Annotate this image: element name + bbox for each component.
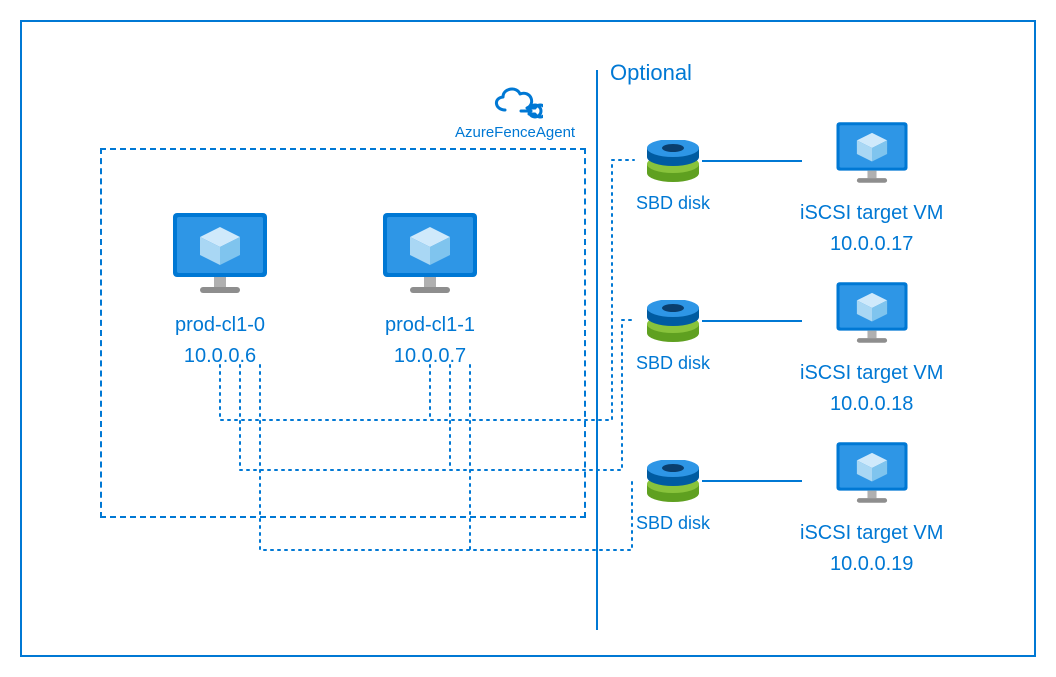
azure-fence-agent: AzureFenceAgent [455,80,575,141]
cloud-icon [487,80,543,120]
target1-ip: 10.0.0.18 [800,392,943,417]
target0-name: iSCSI target VM [800,201,943,226]
vm-icon [170,210,270,300]
node0-name: prod-cl1-0 [170,313,270,338]
target2-ip: 10.0.0.19 [800,552,943,577]
target0-ip: 10.0.0.17 [800,232,943,257]
iscsi-target-2: iSCSI target VM 10.0.0.19 [800,440,943,577]
sbd-disk-2: SBD disk [636,460,710,534]
vm-icon [380,210,480,300]
target1-name: iSCSI target VM [800,361,943,386]
sbd-label-2: SBD disk [636,513,710,534]
cloud-label: AzureFenceAgent [455,124,575,141]
node1-ip: 10.0.0.7 [380,344,480,369]
iscsi-target-0: iSCSI target VM 10.0.0.17 [800,120,943,257]
node0-ip: 10.0.0.6 [170,344,270,369]
vm-icon [834,440,910,508]
link-sbd0-vm0 [702,160,802,162]
sbd-disk-1: SBD disk [636,300,710,374]
cluster-node-1: prod-cl1-1 10.0.0.7 [380,210,480,369]
vm-icon [834,120,910,188]
sbd-label-1: SBD disk [636,353,710,374]
diagram-stage: Optional AzureFenceAgent prod-cl1-0 10.0… [0,0,1056,677]
link-sbd2-vm2 [702,480,802,482]
disk-icon [641,300,705,344]
target2-name: iSCSI target VM [800,521,943,546]
sbd-label-0: SBD disk [636,193,710,214]
vm-icon [834,280,910,348]
link-sbd1-vm1 [702,320,802,322]
sbd-disk-0: SBD disk [636,140,710,214]
iscsi-target-1: iSCSI target VM 10.0.0.18 [800,280,943,417]
section-divider [596,70,598,630]
disk-icon [641,140,705,184]
node1-name: prod-cl1-1 [380,313,480,338]
cluster-node-0: prod-cl1-0 10.0.0.6 [170,210,270,369]
disk-icon [641,460,705,504]
optional-heading: Optional [610,60,692,86]
